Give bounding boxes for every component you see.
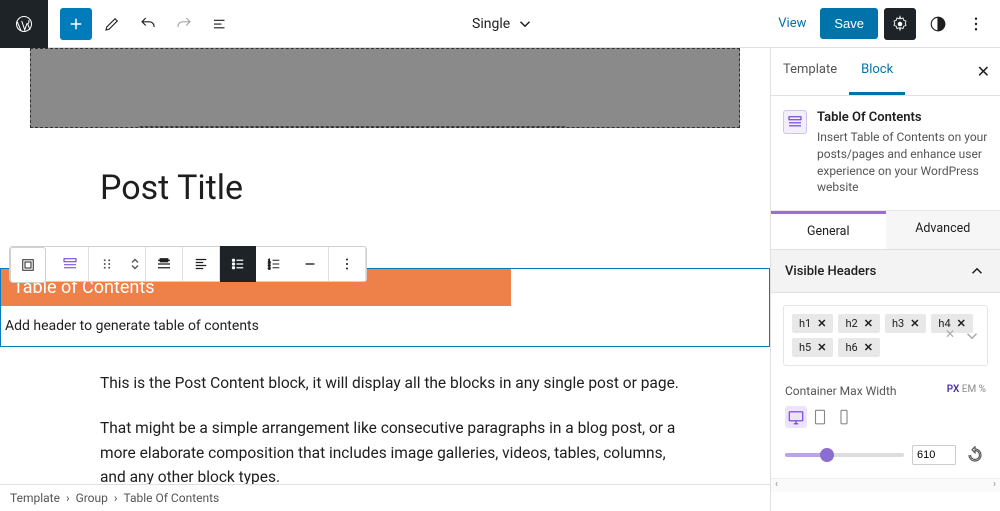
redo-button[interactable] xyxy=(168,8,200,40)
width-label: Container Max Width xyxy=(785,384,897,398)
block-name: Table Of Contents xyxy=(817,110,988,125)
clear-chips-button[interactable]: ✕ xyxy=(945,327,955,345)
undo-button[interactable] xyxy=(132,8,164,40)
view-link[interactable]: View xyxy=(770,10,814,37)
sidebar-scrollbar[interactable]: ‹› xyxy=(771,478,1000,492)
save-button[interactable]: Save xyxy=(820,8,878,39)
remove-icon[interactable]: ✕ xyxy=(864,341,873,354)
close-sidebar-button[interactable]: ✕ xyxy=(967,48,1000,95)
remove-icon[interactable]: ✕ xyxy=(864,317,873,330)
drag-handle-button[interactable] xyxy=(89,246,125,282)
tab-template[interactable]: Template xyxy=(771,48,849,95)
chevron-up-icon xyxy=(968,262,986,280)
move-up-down-button[interactable] xyxy=(125,246,145,282)
svg-text:3: 3 xyxy=(268,265,271,270)
chevron-down-icon[interactable] xyxy=(963,327,981,345)
block-more-button[interactable] xyxy=(329,246,365,282)
tab-block[interactable]: Block xyxy=(849,48,905,95)
chevron-down-icon xyxy=(516,15,534,33)
device-mobile-button[interactable] xyxy=(833,406,855,428)
add-block-button[interactable] xyxy=(60,8,92,40)
block-type-button[interactable] xyxy=(52,246,88,282)
content-paragraph: That might be a simple arrangement like … xyxy=(100,416,690,490)
sidebar-tabs: Template Block ✕ xyxy=(771,48,1000,96)
device-tablet-button[interactable] xyxy=(809,406,831,428)
width-slider[interactable] xyxy=(785,453,904,457)
block-description: Insert Table of Contents on your posts/p… xyxy=(817,129,988,196)
breadcrumb-item[interactable]: Template xyxy=(10,491,60,505)
panel-visible-headers[interactable]: Visible Headers xyxy=(771,250,1000,293)
list-ordered-button[interactable]: 123 xyxy=(256,246,292,282)
container-width-field: Container Max Width PX EM % xyxy=(771,378,1000,440)
more-menu-button[interactable] xyxy=(960,8,992,40)
sidebar-subtabs: General Advanced xyxy=(771,211,1000,250)
list-none-button[interactable] xyxy=(292,246,328,282)
reset-width-button[interactable] xyxy=(964,444,986,466)
device-desktop-button[interactable] xyxy=(785,406,807,428)
block-info-card: Table Of Contents Insert Table of Conten… xyxy=(771,96,1000,211)
unit-selector[interactable]: PX EM % xyxy=(947,384,986,395)
block-toolbar: 123 xyxy=(9,246,367,282)
subtab-general[interactable]: General xyxy=(771,211,886,249)
chip-h5[interactable]: h5✕ xyxy=(792,338,833,357)
parent-block-button[interactable] xyxy=(10,247,46,283)
list-bullet-button[interactable] xyxy=(220,246,256,282)
list-view-button[interactable] xyxy=(204,8,236,40)
settings-button[interactable] xyxy=(884,8,916,40)
width-input[interactable] xyxy=(912,445,956,465)
top-left-tools xyxy=(48,8,236,40)
chip-h3[interactable]: h3✕ xyxy=(885,314,926,333)
top-toolbar: Single View Save xyxy=(0,0,1000,48)
remove-icon[interactable]: ✕ xyxy=(817,341,826,354)
remove-icon[interactable]: ✕ xyxy=(817,317,826,330)
featured-image-placeholder[interactable] xyxy=(30,48,740,128)
edit-mode-button[interactable] xyxy=(96,8,128,40)
editor-canvas: Post Title 123 xyxy=(0,48,770,511)
width-slider-row xyxy=(771,440,1000,478)
justify-button[interactable] xyxy=(183,246,219,282)
align-button[interactable] xyxy=(146,246,182,282)
top-right-tools: View Save xyxy=(770,8,992,40)
settings-sidebar: Template Block ✕ Table Of Contents Inser… xyxy=(770,48,1000,511)
content-paragraph: This is the Post Content block, it will … xyxy=(100,371,690,396)
document-label: Single xyxy=(472,16,510,32)
styles-button[interactable] xyxy=(922,8,954,40)
wp-logo[interactable] xyxy=(0,0,48,48)
toc-block-icon xyxy=(783,110,807,134)
slider-thumb[interactable] xyxy=(820,448,834,462)
visible-headers-chips[interactable]: h1✕ h2✕ h3✕ h4✕ h5✕ h6✕ ✕ xyxy=(783,305,988,366)
remove-icon[interactable]: ✕ xyxy=(910,317,919,330)
toc-block-placeholder: Add header to generate table of contents xyxy=(1,306,769,346)
chip-h2[interactable]: h2✕ xyxy=(838,314,879,333)
block-breadcrumb: Template› Group› Table Of Contents xyxy=(0,484,770,511)
post-title-block[interactable]: Post Title xyxy=(0,168,770,208)
document-selector[interactable]: Single xyxy=(236,15,770,33)
breadcrumb-item[interactable]: Table Of Contents xyxy=(124,491,220,505)
subtab-advanced[interactable]: Advanced xyxy=(886,211,1000,249)
chip-h1[interactable]: h1✕ xyxy=(792,314,833,333)
breadcrumb-item[interactable]: Group xyxy=(76,491,108,505)
chip-h6[interactable]: h6✕ xyxy=(838,338,879,357)
